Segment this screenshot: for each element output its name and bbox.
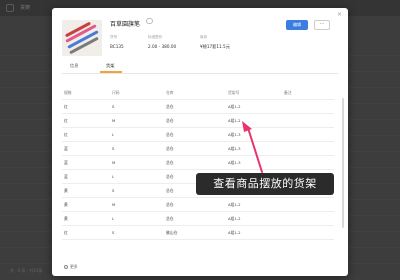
annotation-callout: 查看商品摆放的货架 bbox=[196, 173, 334, 195]
annotation-arrow bbox=[242, 121, 263, 173]
